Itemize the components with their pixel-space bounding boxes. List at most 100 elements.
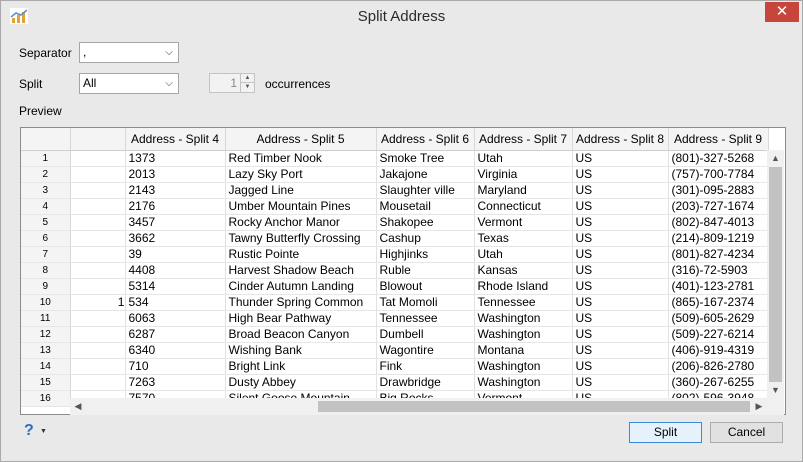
table-cell-s7[interactable]: Washington — [474, 310, 573, 327]
table-cell-s6[interactable]: Tat Momoli — [376, 294, 475, 311]
table-cell-s9[interactable]: (801)-327-5268 — [668, 150, 769, 167]
table-cell-s6[interactable]: Cashup — [376, 230, 475, 247]
column-header-split-9[interactable]: Address - Split 9 — [668, 128, 769, 151]
table-cell-s8[interactable]: US — [572, 230, 669, 247]
column-header-split-4[interactable]: Address - Split 4 — [125, 128, 226, 151]
table-cell-s5[interactable]: Rocky Anchor Manor — [225, 214, 377, 231]
occurrences-spinner[interactable]: 1 ▲ ▼ — [209, 73, 255, 93]
table-cell-s6[interactable]: Fink — [376, 358, 475, 375]
table-cell-partial[interactable]: 3 — [70, 214, 126, 231]
table-cell-s7[interactable]: Rhode Island — [474, 278, 573, 295]
table-cell-s8[interactable]: US — [572, 262, 669, 279]
column-header-split-6[interactable]: Address - Split 6 — [376, 128, 475, 151]
table-cell-s8[interactable]: US — [572, 358, 669, 375]
table-cell-partial[interactable]: 7-1674 — [70, 198, 126, 215]
column-header-partial[interactable] — [70, 128, 126, 151]
table-cell-s6[interactable]: Drawbridge — [376, 374, 475, 391]
table-cell-s6[interactable]: Shakopee — [376, 214, 475, 231]
table-cell-s7[interactable]: Utah — [474, 246, 573, 263]
cancel-button[interactable]: Cancel — [710, 422, 783, 443]
vertical-scroll-thumb[interactable] — [769, 167, 782, 382]
table-cell-s9[interactable]: (757)-700-7784 — [668, 166, 769, 183]
table-cell-s8[interactable]: US — [572, 214, 669, 231]
table-cell-s4[interactable]: 710 — [125, 358, 226, 375]
table-row[interactable]: 1 1373 Red Timber Nook Smoke Tree Utah US (801… — [21, 150, 769, 167]
table-cell-s7[interactable]: Tennessee — [474, 294, 573, 311]
table-cell-s7[interactable]: Texas — [474, 230, 573, 247]
table-cell-s4[interactable]: 2143 — [125, 182, 226, 199]
table-cell-s9[interactable]: (801)-827-4234 — [668, 246, 769, 263]
table-cell-s9[interactable]: (214)-809-1219 — [668, 230, 769, 247]
table-cell-s6[interactable]: Ruble — [376, 262, 475, 279]
table-cell-s5[interactable]: Umber Mountain Pines — [225, 198, 377, 215]
table-cell-s4[interactable]: 39 — [125, 246, 226, 263]
table-cell-partial[interactable]: 167-2374 — [70, 294, 126, 311]
row-number[interactable]: 9 — [21, 278, 71, 295]
table-row[interactable]: 2 2013 Lazy Sky Port Jakajone Virginia US (757… — [21, 166, 769, 183]
table-cell-s6[interactable]: Slaughter ville — [376, 182, 475, 199]
table-row[interactable]: 7 39 Rustic Pointe Highjinks Utah US (801)-827… — [21, 246, 769, 263]
table-cell-s5[interactable]: Red Timber Nook — [225, 150, 377, 167]
table-cell-s7[interactable]: Washington — [474, 374, 573, 391]
table-cell-s8[interactable]: US — [572, 294, 669, 311]
column-header-split-8[interactable]: Address - Split 8 — [572, 128, 669, 151]
table-cell-s9[interactable]: (360)-267-6255 — [668, 374, 769, 391]
column-header-split-5[interactable]: Address - Split 5 — [225, 128, 377, 151]
table-cell-s4[interactable]: 5314 — [125, 278, 226, 295]
table-cell-partial[interactable] — [70, 342, 126, 359]
table-cell-partial[interactable] — [70, 374, 126, 391]
table-cell-partial[interactable] — [70, 246, 126, 263]
table-cell-s7[interactable]: Connecticut — [474, 198, 573, 215]
table-row[interactable]: 93-27815314Cinder Autumn LandingBlowoutR… — [21, 278, 769, 295]
table-cell-s8[interactable]: US — [572, 166, 669, 183]
table-cell-s4[interactable]: 2013 — [125, 166, 226, 183]
close-button[interactable]: ✕ — [765, 2, 799, 22]
table-row[interactable]: 693662Tawny Butterfly CrossingCashupTexa… — [21, 230, 769, 247]
row-number[interactable]: 1 — [21, 150, 71, 167]
row-number[interactable]: 6 — [21, 230, 71, 247]
table-cell-s4[interactable]: 7263 — [125, 374, 226, 391]
row-number[interactable]: 2 — [21, 166, 71, 183]
scroll-up-icon[interactable]: ▲ — [767, 150, 784, 166]
table-cell-s8[interactable]: US — [572, 374, 669, 391]
row-number[interactable]: 5 — [21, 214, 71, 231]
table-cell-s7[interactable]: Washington — [474, 326, 573, 343]
table-cell-partial[interactable] — [70, 166, 126, 183]
table-row[interactable]: 1262146287Broad Beacon CanyonDumbellWash… — [21, 326, 769, 343]
row-number[interactable]: 7 — [21, 246, 71, 263]
table-cell-s5[interactable]: Lazy Sky Port — [225, 166, 377, 183]
table-cell-s6[interactable]: Jakajone — [376, 166, 475, 183]
horizontal-scrollbar[interactable]: ◀ ▶ — [70, 398, 767, 415]
table-cell-s4[interactable]: 3662 — [125, 230, 226, 247]
table-row[interactable]: 15 7263 Dusty Abbey Drawbridge Washington US(… — [21, 374, 769, 391]
table-cell-s4[interactable]: 1373 — [125, 150, 226, 167]
row-number[interactable]: 3 — [21, 182, 71, 199]
table-cell-s5[interactable]: Wishing Bank — [225, 342, 377, 359]
scroll-right-icon[interactable]: ▶ — [751, 398, 767, 415]
table-cell-s7[interactable]: Maryland — [474, 182, 573, 199]
scroll-down-icon[interactable]: ▼ — [767, 382, 784, 398]
table-cell-s9[interactable]: (401)-123-2781 — [668, 278, 769, 295]
table-row[interactable]: 3 2143 Jagged Line Slaughter ville Maryland U… — [21, 182, 769, 199]
table-cell-s8[interactable]: US — [572, 310, 669, 327]
separator-combo[interactable]: , ⌵ — [79, 42, 179, 63]
table-row[interactable]: 10 167-2374534Thunder Spring CommonTat Mo… — [21, 294, 769, 311]
table-row[interactable]: 13 6340 Wishing Bank Wagontire Montana US (406… — [21, 342, 769, 359]
table-cell-s9[interactable]: (203)-727-1674 — [668, 198, 769, 215]
scroll-left-icon[interactable]: ◀ — [70, 398, 86, 415]
table-cell-s7[interactable]: Virginia — [474, 166, 573, 183]
table-cell-s7[interactable]: Vermont — [474, 214, 573, 231]
table-cell-s8[interactable]: US — [572, 150, 669, 167]
table-cell-s9[interactable]: (802)-847-4013 — [668, 214, 769, 231]
table-cell-s8[interactable]: US — [572, 278, 669, 295]
table-cell-s7[interactable]: Kansas — [474, 262, 573, 279]
table-cell-s4[interactable]: 6063 — [125, 310, 226, 327]
table-row[interactable]: 14 710 Bright Link Fink Washington US (206)-82… — [21, 358, 769, 375]
table-cell-s6[interactable]: Highjinks — [376, 246, 475, 263]
table-cell-s4[interactable]: 3457 — [125, 214, 226, 231]
column-header-split-7[interactable]: Address - Split 7 — [474, 128, 573, 151]
horizontal-scroll-thumb[interactable] — [318, 401, 750, 412]
table-cell-s6[interactable]: Tennessee — [376, 310, 475, 327]
table-cell-s6[interactable]: Smoke Tree — [376, 150, 475, 167]
table-cell-partial[interactable]: 3-2781 — [70, 278, 126, 295]
